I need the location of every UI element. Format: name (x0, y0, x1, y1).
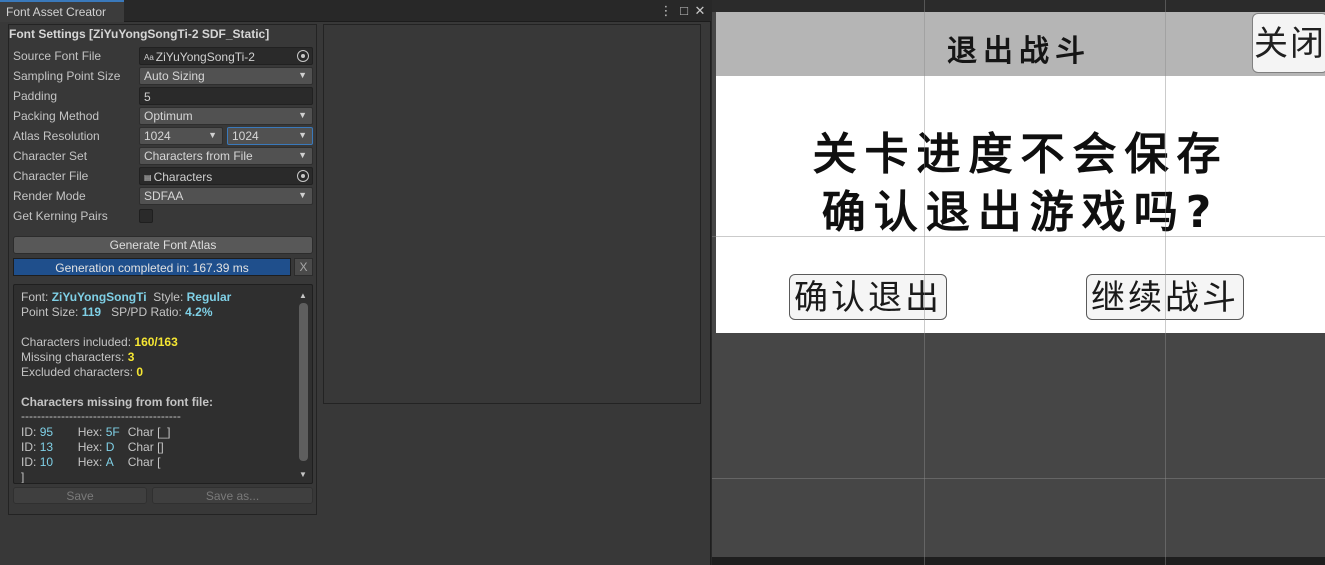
canvas-guide-line (1165, 0, 1166, 565)
dropdown-arrow-icon: ▼ (298, 110, 307, 120)
missing-char-row: ID: 13 Hex: D Char [] (21, 440, 164, 454)
sampling-point-size-row: Sampling Point Size Auto Sizing ▼ (13, 67, 313, 85)
save-button[interactable]: Save (13, 487, 147, 504)
padding-label: Padding (13, 89, 58, 103)
window-tab-bar: Font Asset Creator ⋮ □ ✕ (0, 0, 711, 22)
dropdown-arrow-icon: ▼ (298, 190, 307, 200)
kerning-row: Get Kerning Pairs (13, 207, 313, 225)
source-font-field[interactable]: Aa ZiYuYongSongTi-2 (139, 47, 313, 65)
source-font-value: ZiYuYongSongTi-2 (155, 50, 255, 64)
dialog-header: 退出战斗 关闭 (716, 12, 1325, 76)
report-included-line: Characters included: 160/163 (21, 335, 178, 349)
packing-method-value: Optimum (144, 109, 193, 123)
scroll-up-icon[interactable]: ▲ (299, 291, 307, 300)
canvas-guide-line (712, 236, 1325, 237)
progress-text: Generation completed in: 167.39 ms (55, 261, 249, 275)
missing-char-row: ID: 95 Hex: 5F Char [_] (21, 425, 171, 439)
scroll-thumb[interactable] (299, 303, 308, 461)
atlas-resolution-label: Atlas Resolution (13, 129, 100, 143)
game-view-toolbar (712, 0, 1325, 12)
generate-font-atlas-button[interactable]: Generate Font Atlas (13, 236, 313, 254)
font-asset-icon: Aa (144, 53, 154, 62)
packing-method-row: Packing Method Optimum ▼ (13, 107, 313, 125)
game-background (712, 333, 1325, 557)
report-separator: ---------------------------------------- (21, 409, 181, 423)
maximize-icon[interactable]: □ (677, 3, 691, 18)
game-view-footer (712, 557, 1325, 565)
atlas-width-value: 1024 (144, 129, 171, 143)
report-missing-line: Missing characters: 3 (21, 350, 135, 364)
character-file-value: Characters (153, 170, 213, 184)
character-file-label: Character File (13, 169, 89, 183)
missing-char-row: ID: 10 Hex: A Char [ (21, 455, 161, 469)
text-file-icon: ▤ (144, 173, 152, 182)
section-title: Font Settings [ZiYuYongSongTi-2 SDF_Stat… (9, 27, 270, 41)
render-mode-row: Render Mode SDFAA ▼ (13, 187, 313, 205)
scroll-down-icon[interactable]: ▼ (299, 470, 307, 479)
source-font-row: Source Font File Aa ZiYuYongSongTi-2 (13, 47, 313, 65)
character-set-dropdown[interactable]: Characters from File ▼ (139, 147, 313, 165)
dialog-message-line1: 关卡进度不会保存 (812, 129, 1229, 180)
render-mode-value: SDFAA (144, 189, 184, 203)
character-file-field[interactable]: ▤ Characters (139, 167, 313, 185)
dialog-close-button[interactable]: 关闭 (1252, 13, 1325, 73)
padding-input[interactable]: 5 (139, 87, 313, 105)
kerning-checkbox[interactable] (139, 209, 153, 223)
atlas-width-dropdown[interactable]: 1024 ▼ (139, 127, 223, 145)
packing-method-dropdown[interactable]: Optimum ▼ (139, 107, 313, 125)
kerning-label: Get Kerning Pairs (13, 209, 108, 223)
dropdown-arrow-icon: ▼ (298, 70, 307, 80)
atlas-resolution-row: Atlas Resolution 1024 ▼ 1024 ▼ (13, 127, 313, 145)
packing-method-label: Packing Method (13, 109, 100, 123)
game-view: 退出战斗 关闭 关卡进度不会保存 确认退出游戏吗? 确认退出 继续战斗 (712, 0, 1325, 565)
report-scrollbar[interactable]: ▲ ▼ (298, 291, 309, 479)
character-set-value: Characters from File (144, 149, 253, 163)
character-set-row: Character Set Characters from File ▼ (13, 147, 313, 165)
character-file-row: Character File ▤ Characters (13, 167, 313, 185)
character-set-label: Character Set (13, 149, 88, 163)
dropdown-arrow-icon: ▼ (208, 130, 217, 140)
sampling-point-size-dropdown[interactable]: Auto Sizing ▼ (139, 67, 313, 85)
more-options-icon[interactable]: ⋮ (659, 3, 673, 18)
sampling-point-size-label: Sampling Point Size (13, 69, 121, 83)
report-font-line: Font: ZiYuYongSongTi Style: Regular (21, 290, 232, 304)
canvas-guide-line (712, 478, 1325, 479)
render-mode-label: Render Mode (13, 189, 86, 203)
generation-progress-bar: Generation completed in: 167.39 ms (13, 258, 291, 276)
save-as-button[interactable]: Save as... (152, 487, 313, 504)
atlas-height-value: 1024 (232, 129, 259, 143)
sampling-point-size-value: Auto Sizing (144, 69, 205, 83)
close-icon[interactable]: ✕ (693, 3, 707, 18)
report-missing-header: Characters missing from font file: (21, 395, 214, 409)
report-excluded-line: Excluded characters: 0 (21, 365, 144, 379)
report-size-line: Point Size: 119 SP/PD Ratio: 4.2% (21, 305, 213, 319)
tab-font-asset-creator[interactable]: Font Asset Creator (0, 0, 124, 22)
report-trailing: ] (21, 470, 25, 484)
font-settings-panel: Font Settings [ZiYuYongSongTi-2 SDF_Stat… (8, 24, 317, 515)
atlas-height-dropdown[interactable]: 1024 ▼ (227, 127, 313, 145)
atlas-preview-panel (323, 24, 701, 404)
source-font-label: Source Font File (13, 49, 102, 63)
canvas-guide-line (924, 0, 925, 565)
object-picker-icon[interactable] (297, 170, 309, 182)
render-mode-dropdown[interactable]: SDFAA ▼ (139, 187, 313, 205)
dropdown-arrow-icon: ▼ (298, 130, 307, 140)
object-picker-icon[interactable] (297, 50, 309, 62)
clear-progress-button[interactable]: X (294, 258, 313, 276)
dialog-title: 退出战斗 (947, 34, 1091, 69)
dialog-body: 关卡进度不会保存 确认退出游戏吗? 确认退出 继续战斗 (716, 76, 1325, 333)
generation-report[interactable]: Font: ZiYuYongSongTi Style: Regular Poin… (13, 284, 313, 484)
font-asset-creator-window: Font Asset Creator ⋮ □ ✕ Font Settings [… (0, 0, 711, 565)
dropdown-arrow-icon: ▼ (298, 150, 307, 160)
padding-row: Padding 5 (13, 87, 313, 105)
dialog-message-line2: 确认退出游戏吗? (821, 187, 1220, 238)
